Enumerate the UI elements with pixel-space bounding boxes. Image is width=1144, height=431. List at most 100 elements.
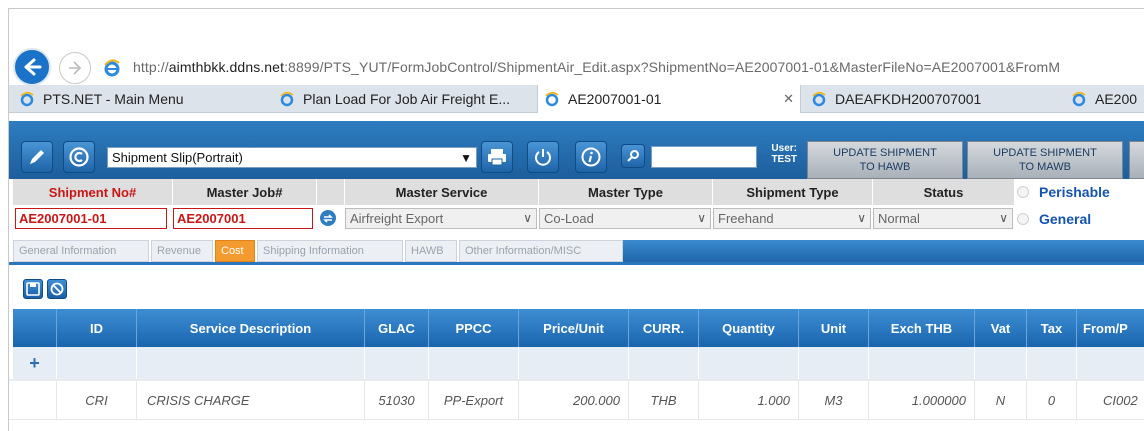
column-header-id[interactable]: ID: [57, 309, 137, 347]
button-label-line2: TO HAWB: [859, 161, 911, 173]
tab-hawb[interactable]: HAWB: [405, 240, 457, 262]
report-select-value: Shipment Slip(Portrait): [112, 150, 243, 165]
search-button[interactable]: [621, 144, 645, 168]
tab-label: AE2007001-01: [568, 91, 662, 107]
cell-from[interactable]: CI002: [1077, 381, 1144, 419]
perishable-radio[interactable]: [1017, 186, 1029, 198]
add-row-cell: [429, 347, 519, 379]
browser-tab-ae200[interactable]: AE200: [1065, 85, 1144, 113]
column-header-quantity[interactable]: Quantity: [699, 309, 799, 347]
master-service-select[interactable]: Airfreight Export ∨: [345, 208, 537, 229]
column-header-from[interactable]: From/P: [1077, 309, 1144, 347]
copyright-icon: [69, 147, 89, 167]
back-button[interactable]: [13, 48, 51, 86]
button-label-line1: UPDATE SHIPMENT: [833, 147, 937, 159]
column-header-ppcc[interactable]: PPCC: [429, 309, 519, 347]
column-header-exch-thb[interactable]: Exch THB: [869, 309, 975, 347]
cell-curr[interactable]: THB: [629, 381, 699, 419]
search-icon: [627, 150, 639, 162]
pencil-icon: [30, 150, 44, 164]
add-row-cell: [629, 347, 699, 379]
cell-price-unit[interactable]: 200.000: [519, 381, 629, 419]
update-shipment-to-hawb-button[interactable]: UPDATE SHIPMENT TO HAWB: [807, 141, 963, 179]
column-header-vat[interactable]: Vat: [975, 309, 1027, 347]
url-field[interactable]: http://aimthbkk.ddns.net:8899/PTS_YUT/Fo…: [133, 59, 1060, 75]
master-type-value: Co-Load: [544, 211, 594, 226]
column-header-unit[interactable]: Unit: [799, 309, 869, 347]
column-header-price-unit[interactable]: Price/Unit: [519, 309, 629, 347]
add-row-cell: [1027, 347, 1077, 379]
browser-tab-bar: PTS.NET - Main Menu Plan Load For Job Ai…: [9, 85, 1144, 113]
general-option[interactable]: General: [1017, 208, 1091, 230]
chevron-down-icon: ▼: [460, 151, 472, 165]
browser-tab-ae2007001-01[interactable]: AE2007001-01 ✕: [537, 85, 801, 113]
column-header-service-description[interactable]: Service Description: [137, 309, 365, 347]
master-job-field[interactable]: AE2007001: [173, 208, 313, 229]
tab-shipping-information[interactable]: Shipping Information: [257, 240, 403, 262]
add-row-cell: [869, 347, 975, 379]
browser-tab-daeafkdh[interactable]: DAEAFKDH200707001: [805, 85, 1055, 113]
cell-id[interactable]: CRI: [57, 381, 137, 419]
app-toolbar: Shipment Slip(Portrait) ▼ User: TEST UPD…: [9, 121, 1144, 179]
save-button[interactable]: [23, 279, 43, 299]
chevron-down-icon: ∨: [999, 211, 1008, 225]
tab-other-information[interactable]: Other Information/MISC: [459, 240, 623, 262]
search-input[interactable]: [651, 146, 757, 168]
master-type-label: Master Type: [539, 179, 713, 205]
general-label: General: [1039, 211, 1092, 227]
browser-tab-plan-load[interactable]: Plan Load For Job Air Freight E...: [273, 85, 543, 113]
info-button[interactable]: [575, 141, 607, 173]
shipment-no-field[interactable]: AE2007001-01: [15, 208, 167, 229]
add-row-cell: [137, 347, 365, 379]
chevron-down-icon: ∨: [523, 211, 532, 225]
cell-ppcc[interactable]: PP-Export: [429, 381, 519, 419]
browser-tab-main-menu[interactable]: PTS.NET - Main Menu: [13, 85, 263, 113]
power-button[interactable]: [527, 141, 559, 173]
tab-general-information[interactable]: General Information: [13, 240, 149, 262]
copy-button[interactable]: [63, 141, 95, 173]
header-spacer: [317, 179, 345, 205]
save-icon: [26, 282, 40, 296]
column-header-glac[interactable]: GLAC: [365, 309, 429, 347]
refresh-icon[interactable]: [319, 209, 337, 227]
ie-icon: [1072, 91, 1086, 107]
shipment-type-select[interactable]: Freehand ∨: [713, 208, 871, 229]
print-button[interactable]: [481, 141, 513, 173]
more-toolbar-button[interactable]: [1129, 141, 1144, 179]
cell-unit[interactable]: M3: [799, 381, 869, 419]
general-radio[interactable]: [1017, 213, 1029, 225]
row-divider: [9, 419, 1144, 420]
row-select-cell[interactable]: [13, 381, 57, 419]
cancel-button[interactable]: [47, 279, 67, 299]
cell-glac[interactable]: 51030: [365, 381, 429, 419]
tab-revenue[interactable]: Revenue: [151, 240, 213, 262]
status-select[interactable]: Normal ∨: [873, 208, 1013, 229]
user-label: User:: [771, 143, 797, 154]
perishable-label: Perishable: [1039, 184, 1110, 200]
cancel-icon: [50, 282, 64, 296]
master-type-select[interactable]: Co-Load ∨: [539, 208, 711, 229]
perishable-option[interactable]: Perishable: [1017, 181, 1110, 203]
cell-tax[interactable]: 0: [1027, 381, 1077, 419]
column-header-tax[interactable]: Tax: [1027, 309, 1077, 347]
master-job-label: Master Job#: [173, 179, 317, 205]
back-arrow-icon: [24, 58, 42, 76]
column-header-curr[interactable]: CURR.: [629, 309, 699, 347]
add-row-cell: [699, 347, 799, 379]
add-row-button[interactable]: +: [13, 347, 57, 379]
edit-button[interactable]: [21, 141, 53, 173]
chevron-down-icon: ∨: [857, 211, 866, 225]
update-shipment-to-mawb-button[interactable]: UPDATE SHIPMENT TO MAWB: [967, 141, 1123, 179]
cell-service-description[interactable]: CRISIS CHARGE: [137, 381, 365, 419]
info-icon: [581, 147, 601, 167]
cell-quantity[interactable]: 1.000: [699, 381, 799, 419]
forward-button[interactable]: [59, 52, 91, 84]
master-service-label: Master Service: [345, 179, 539, 205]
cell-vat[interactable]: N: [975, 381, 1027, 419]
close-tab-icon[interactable]: ✕: [783, 91, 794, 107]
tab-cost[interactable]: Cost: [215, 240, 255, 262]
report-select[interactable]: Shipment Slip(Portrait) ▼: [107, 147, 477, 168]
ie-icon: [545, 91, 559, 107]
user-name: TEST: [771, 154, 797, 165]
cell-exch-thb[interactable]: 1.000000: [869, 381, 975, 419]
